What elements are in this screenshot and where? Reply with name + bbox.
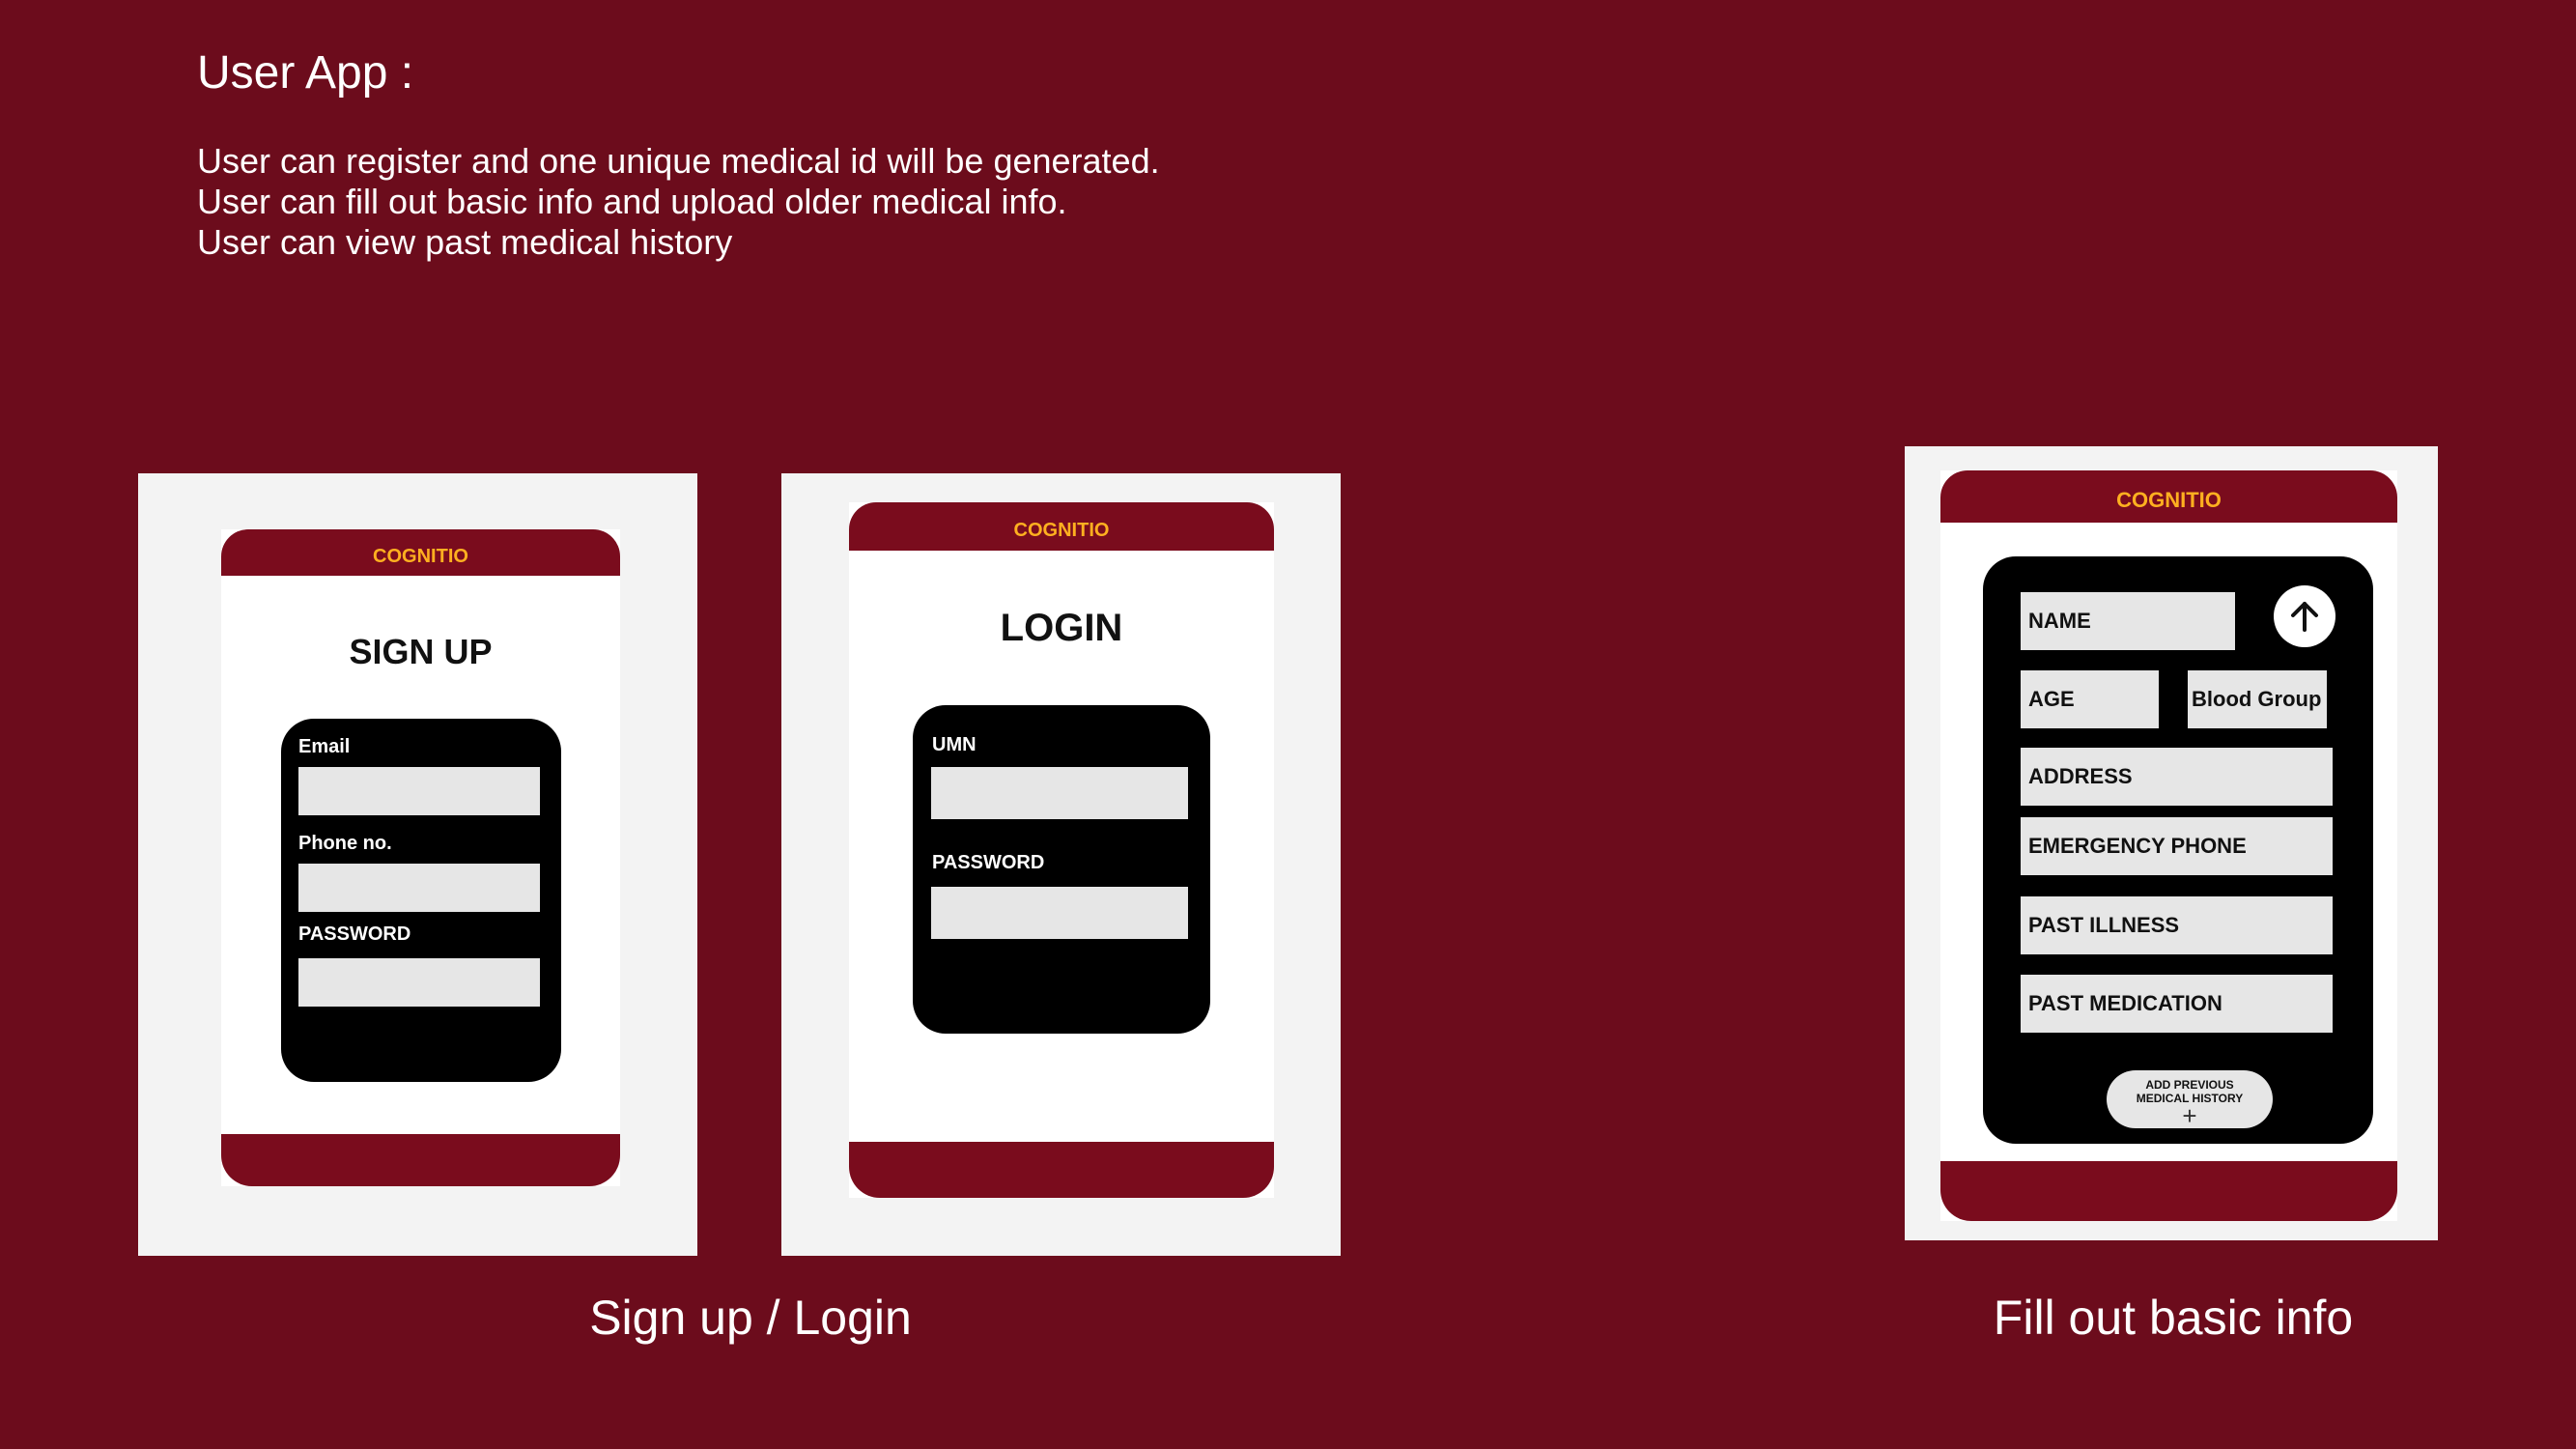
brand-logo: COGNITIO [1013,520,1110,541]
signup-mockup-panel: COGNITIO SIGN UP Email Phone no. PASSWOR… [138,473,697,1256]
phone-label: Phone no. [298,833,392,854]
app-header: COGNITIO [1940,470,2397,523]
login-mockup-panel: COGNITIO LOGIN UMN PASSWORD [781,473,1341,1256]
app-header: COGNITIO [221,529,620,576]
umn-label: UMN [932,734,977,755]
slide: User App : User can register and one uni… [0,0,2576,1449]
app-header: COGNITIO [849,502,1274,551]
email-label: Email [298,736,351,757]
name-field[interactable]: NAME [2021,592,2235,650]
basic-info-form: NAME AGE Blood Group ADDRESS EMERGENCY P… [1983,556,2373,1144]
add-previous-history-button[interactable]: ADD PREVIOUS MEDICAL HISTORY + [2107,1070,2273,1128]
login-form: UMN PASSWORD [913,705,1210,1034]
blood-group-field[interactable]: Blood Group [2188,670,2327,728]
description-line: User can register and one unique medical… [197,141,1160,181]
login-title: LOGIN [1000,607,1123,649]
add-history-label: ADD PREVIOUS MEDICAL HISTORY [2136,1078,2244,1105]
app-footer [1940,1161,2397,1221]
brand-logo: COGNITIO [2116,488,2222,512]
app-footer [221,1134,620,1186]
description-line: User can fill out basic info and upload … [197,182,1067,221]
slide-description: User can register and one unique medical… [197,141,1160,263]
upload-button[interactable] [2274,585,2335,647]
password-label: PASSWORD [298,923,411,945]
app-footer [849,1142,1274,1198]
password-field[interactable] [298,958,540,1007]
password-label: PASSWORD [932,852,1045,873]
password-field[interactable] [931,887,1188,939]
basic-info-mockup-panel: COGNITIO NAME AGE Blood Group ADDRESS EM… [1905,446,2438,1240]
description-line: User can view past medical history [197,222,733,262]
brand-logo: COGNITIO [373,546,468,567]
emergency-phone-field[interactable]: EMERGENCY PHONE [2021,817,2333,875]
plus-icon: + [2182,1101,2197,1130]
login-phone-screen: COGNITIO LOGIN UMN PASSWORD [849,502,1274,1198]
slide-heading: User App : [197,47,414,99]
email-field[interactable] [298,767,540,815]
arrow-up-icon [2291,602,2318,632]
basic-info-phone-screen: COGNITIO NAME AGE Blood Group ADDRESS EM… [1940,470,2397,1221]
caption-basic-info: Fill out basic info [1993,1291,2354,1345]
caption-signup-login: Sign up / Login [589,1291,912,1345]
signup-phone-screen: COGNITIO SIGN UP Email Phone no. PASSWOR… [221,529,620,1186]
signup-title: SIGN UP [349,632,493,671]
past-medication-field[interactable]: PAST MEDICATION [2021,975,2333,1033]
signup-form: Email Phone no. PASSWORD [281,719,561,1082]
umn-field[interactable] [931,767,1188,819]
address-field[interactable]: ADDRESS [2021,748,2333,806]
past-illness-field[interactable]: PAST ILLNESS [2021,896,2333,954]
phone-field[interactable] [298,864,540,912]
age-field[interactable]: AGE [2021,670,2159,728]
